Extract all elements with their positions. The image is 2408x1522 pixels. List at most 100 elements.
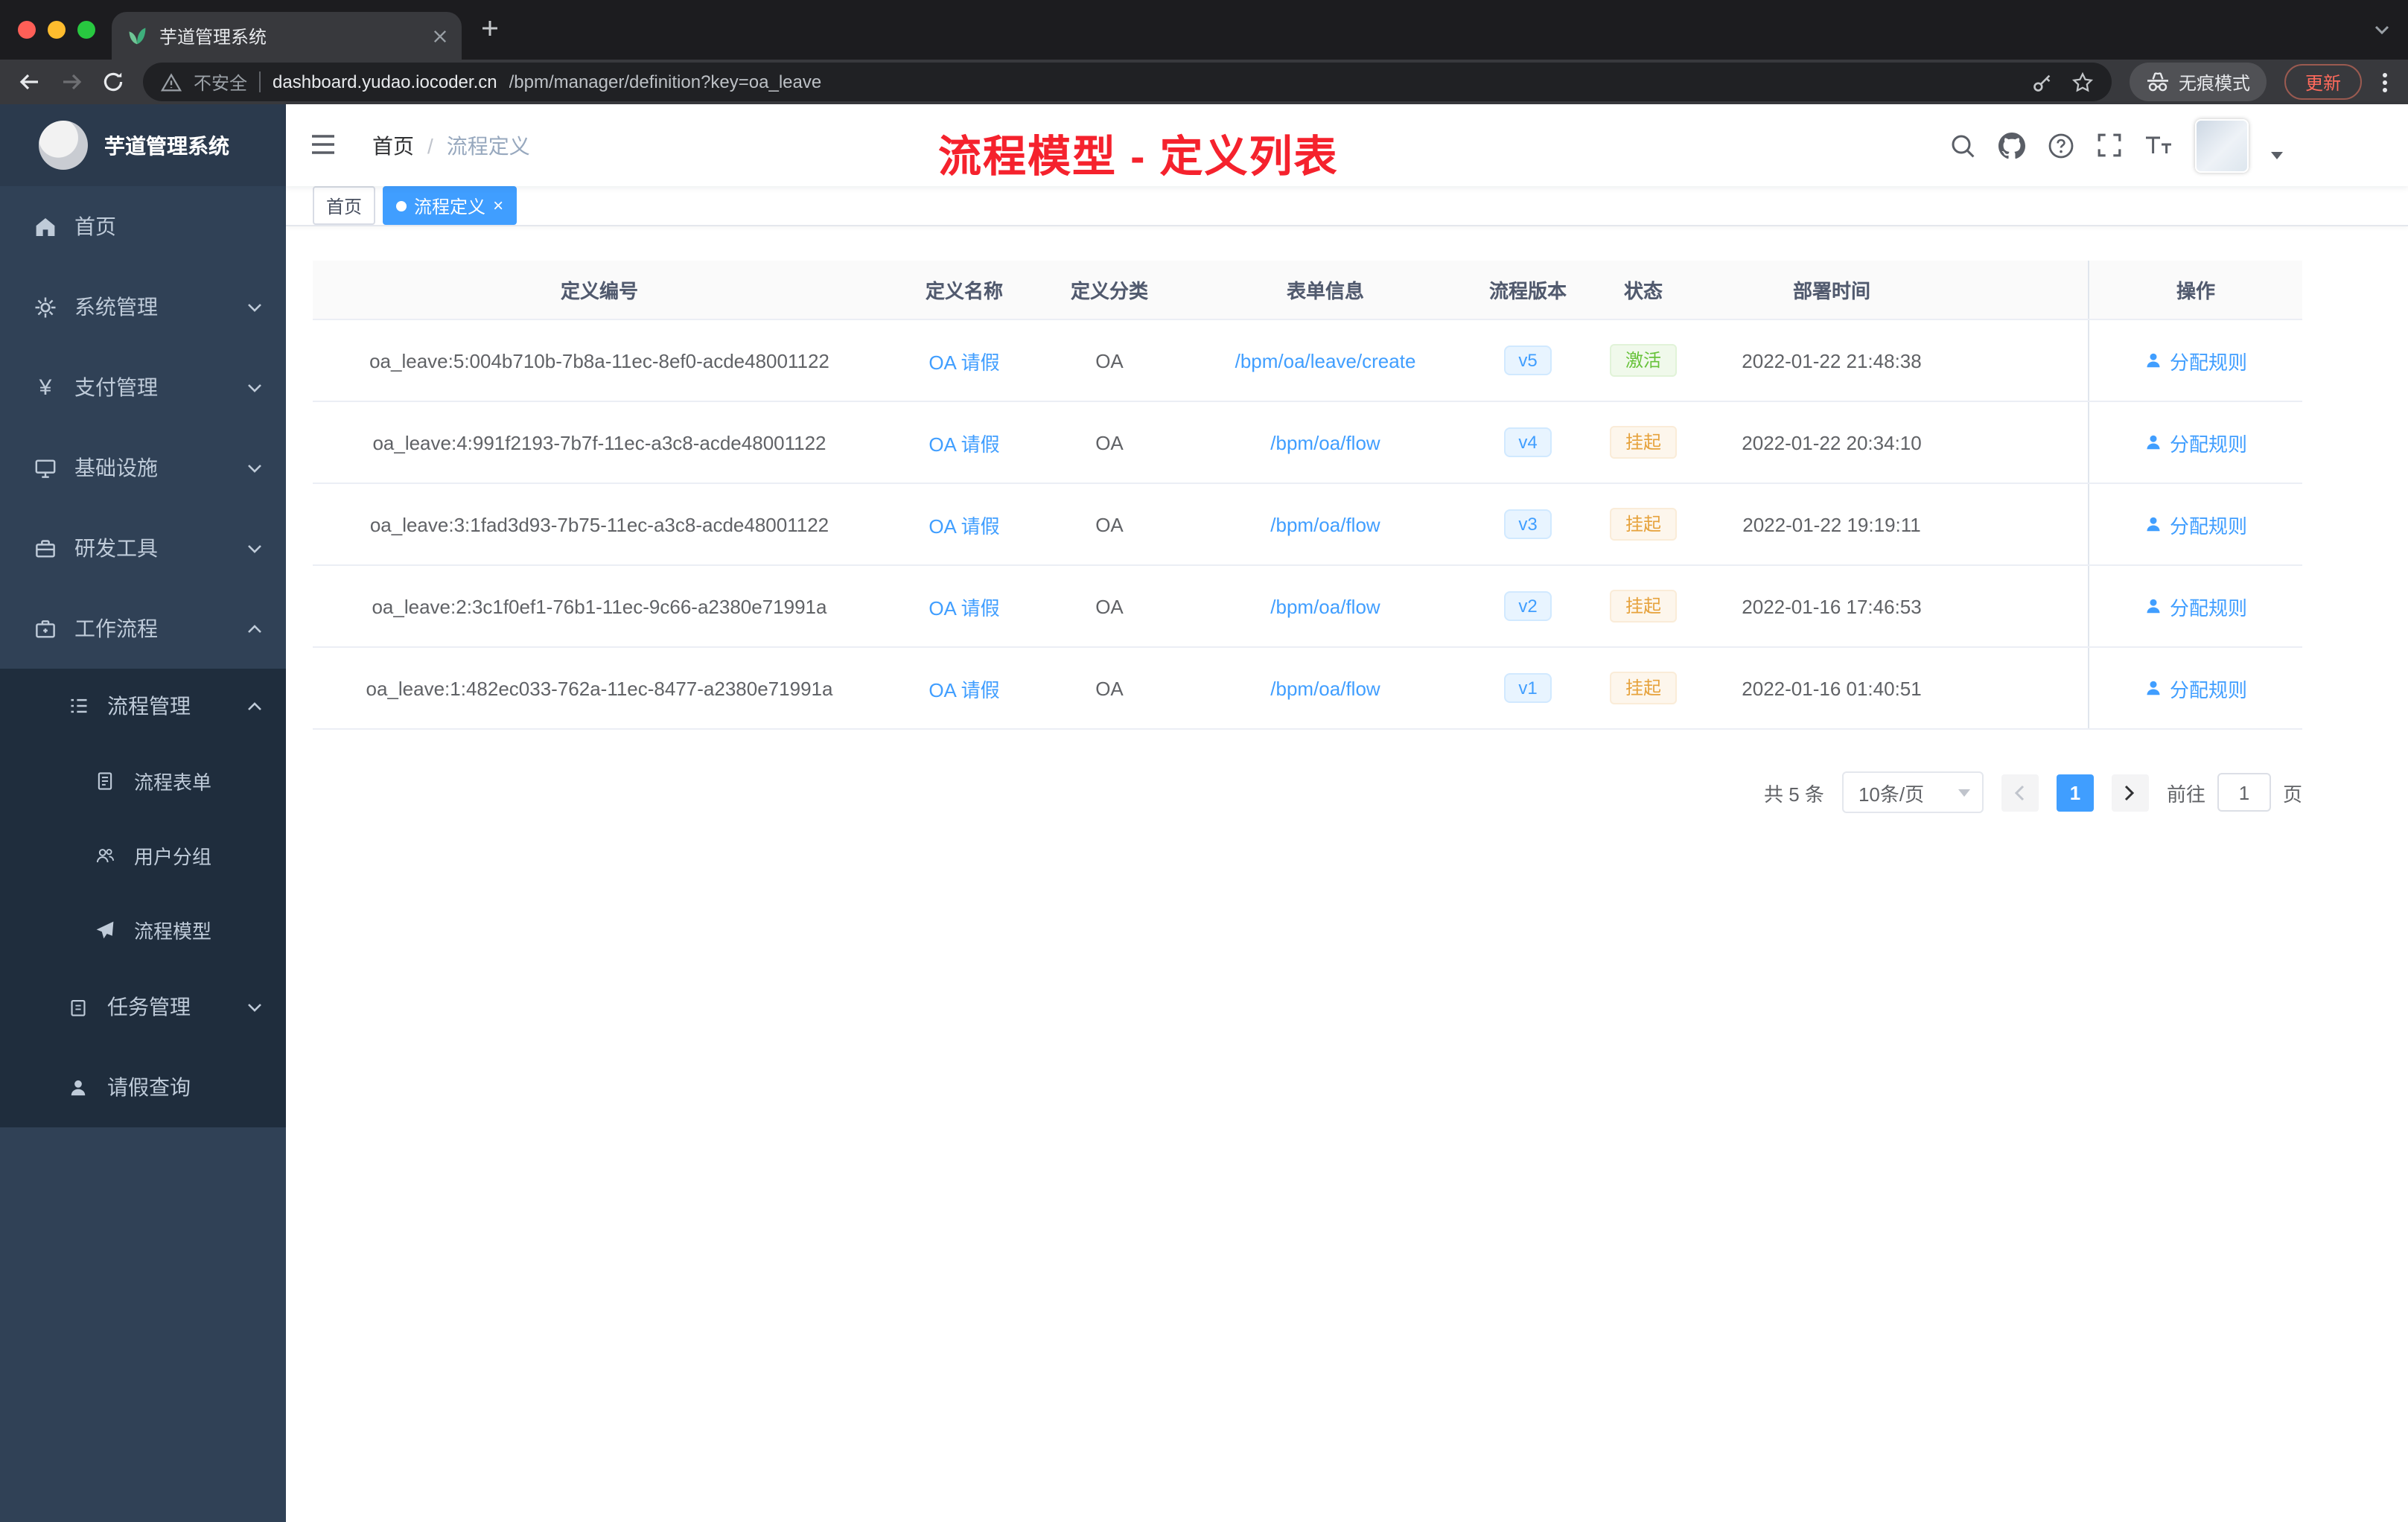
briefcase-icon xyxy=(33,617,58,640)
action-label: 分配规则 xyxy=(2169,678,2247,701)
address-bar[interactable]: 不安全 dashboard.yudao.iocoder.cn/bpm/manag… xyxy=(143,63,2112,101)
assign-rule-link[interactable]: 分配规则 xyxy=(2144,592,2247,620)
chevron-down-icon xyxy=(1958,789,1970,796)
tab-search-chevron-icon[interactable] xyxy=(2374,24,2390,36)
help-icon[interactable] xyxy=(2048,132,2074,159)
goto-page: 前往 页 xyxy=(2167,773,2302,812)
chevron-up-icon xyxy=(247,701,262,711)
app-title: 芋道管理系统 xyxy=(104,133,229,157)
window-minimize-button[interactable] xyxy=(48,21,66,39)
yen-icon: ¥ xyxy=(39,375,52,400)
page-number-button[interactable]: 1 xyxy=(2056,774,2094,811)
form-info-link[interactable]: /bpm/oa/leave/create xyxy=(1235,349,1416,372)
form-info-link[interactable]: /bpm/oa/flow xyxy=(1270,513,1380,535)
sidebar-item-process-management[interactable]: 流程管理 xyxy=(0,669,286,743)
browser-menu-icon[interactable] xyxy=(2380,72,2390,92)
version-badge: v2 xyxy=(1503,591,1552,621)
tag-home[interactable]: 首页 xyxy=(313,186,376,225)
update-label: 更新 xyxy=(2305,72,2341,93)
user-avatar[interactable] xyxy=(2195,118,2249,172)
chevron-down-icon xyxy=(247,302,262,312)
sidebar-item-payment[interactable]: ¥ 支付管理 xyxy=(0,347,286,427)
back-button[interactable] xyxy=(18,70,42,94)
assign-rule-link[interactable]: 分配规则 xyxy=(2144,674,2247,702)
sidebar-item-home[interactable]: 首页 xyxy=(0,186,286,267)
column-header: 定义名称 xyxy=(925,280,1003,302)
new-tab-button[interactable] xyxy=(480,18,500,39)
person-icon xyxy=(2147,599,2160,614)
definition-category: OA xyxy=(1095,431,1124,453)
sidebar-item-dev-tools[interactable]: 研发工具 xyxy=(0,508,286,588)
sidebar-item-label: 流程管理 xyxy=(107,694,191,718)
definition-name-link[interactable]: OA 请假 xyxy=(929,510,999,538)
sidebar-item-task-management[interactable]: 任务管理 xyxy=(0,967,286,1047)
prev-page-button[interactable] xyxy=(2001,774,2039,811)
assign-rule-link[interactable]: 分配规则 xyxy=(2144,346,2247,375)
fullscreen-icon[interactable] xyxy=(2097,133,2122,158)
definition-id: oa_leave:3:1fad3d93-7b75-11ec-a3c8-acde4… xyxy=(369,513,829,535)
assign-rule-link[interactable]: 分配规则 xyxy=(2144,428,2247,456)
sidebar-item-workflow[interactable]: 工作流程 xyxy=(0,588,286,669)
column-header: 状态 xyxy=(1623,280,1663,302)
update-button[interactable]: 更新 xyxy=(2284,64,2362,100)
definition-category: OA xyxy=(1095,677,1124,699)
definition-name-link[interactable]: OA 请假 xyxy=(929,674,999,702)
goto-label: 前往 xyxy=(2166,783,2205,805)
assign-rule-link[interactable]: 分配规则 xyxy=(2144,510,2247,538)
goto-page-input[interactable] xyxy=(2217,773,2271,812)
list-icon xyxy=(66,695,91,716)
sidebar-logo[interactable]: 芋道管理系统 xyxy=(0,104,286,186)
status-badge: 挂起 xyxy=(1610,508,1676,541)
breadcrumb-separator: / xyxy=(427,133,433,157)
window-zoom-button[interactable] xyxy=(77,21,95,39)
form-info-link[interactable]: /bpm/oa/flow xyxy=(1270,595,1380,617)
sidebar-item-system[interactable]: 系统管理 xyxy=(0,267,286,347)
sidebar-toggle-icon[interactable] xyxy=(310,133,337,156)
sidebar-item-infrastructure[interactable]: 基础设施 xyxy=(0,427,286,508)
incognito-label: 无痕模式 xyxy=(2178,72,2250,93)
sidebar-item-user-group[interactable]: 用户分组 xyxy=(0,818,286,892)
omnibox-actions xyxy=(2031,71,2094,93)
bookmark-star-icon[interactable] xyxy=(2071,71,2094,93)
definition-name-link[interactable]: OA 请假 xyxy=(929,592,999,620)
sidebar-item-label: 任务管理 xyxy=(107,995,191,1019)
sidebar-item-process-model[interactable]: 流程模型 xyxy=(0,892,286,967)
column-header: 操作 xyxy=(2088,261,2302,319)
app-shell: 芋道管理系统 首页 系统管理 ¥ 支付管理 基础设施 研发工具 工作流程 流程管… xyxy=(0,104,2408,1522)
sidebar-item-process-form[interactable]: 流程表单 xyxy=(0,743,286,818)
sidebar-item-leave-query[interactable]: 请假查询 xyxy=(0,1047,286,1127)
breadcrumb-home[interactable]: 首页 xyxy=(372,130,414,160)
security-label[interactable]: 不安全 xyxy=(194,69,247,95)
sidebar-item-label: 系统管理 xyxy=(74,295,158,319)
form-info-link[interactable]: /bpm/oa/flow xyxy=(1270,431,1380,453)
tag-process-definition[interactable]: 流程定义 × xyxy=(383,186,517,225)
definition-name-link[interactable]: OA 请假 xyxy=(929,428,999,456)
not-secure-warning-icon[interactable] xyxy=(161,72,182,92)
omnibox-divider xyxy=(259,71,261,92)
action-label: 分配规则 xyxy=(2169,433,2247,455)
form-info-link[interactable]: /bpm/oa/flow xyxy=(1270,677,1380,699)
reload-button[interactable] xyxy=(101,70,125,94)
paper-plane-icon xyxy=(92,920,118,939)
github-icon[interactable] xyxy=(1998,132,2025,159)
definition-name-link[interactable]: OA 请假 xyxy=(929,346,999,375)
tag-close-icon[interactable]: × xyxy=(493,197,503,214)
workflow-submenu: 流程管理 流程表单 用户分组 流程模型 任务管理 请假查询 xyxy=(0,669,286,1127)
font-size-icon[interactable] xyxy=(2144,134,2173,156)
chevron-down-icon xyxy=(247,382,262,392)
search-icon[interactable] xyxy=(1949,132,1976,159)
next-page-button[interactable] xyxy=(2111,774,2149,811)
active-tag-dot xyxy=(396,200,407,211)
page-size-select[interactable]: 10条/页 xyxy=(1841,771,1984,813)
browser-tab[interactable]: 芋道管理系统 xyxy=(112,12,462,60)
browser-tabstrip: 芋道管理系统 xyxy=(0,0,2408,60)
page-size-value: 10条/页 xyxy=(1858,783,1925,805)
window-close-button[interactable] xyxy=(18,21,36,39)
breadcrumb: 首页 / 流程定义 xyxy=(372,104,530,186)
avatar-caret-icon[interactable] xyxy=(2271,152,2283,159)
header-actions xyxy=(1949,104,2283,186)
sidebar: 芋道管理系统 首页 系统管理 ¥ 支付管理 基础设施 研发工具 工作流程 流程管… xyxy=(0,104,286,1522)
password-key-icon[interactable] xyxy=(2031,71,2054,93)
tab-close-icon[interactable] xyxy=(433,29,447,42)
forward-button[interactable] xyxy=(60,70,83,94)
